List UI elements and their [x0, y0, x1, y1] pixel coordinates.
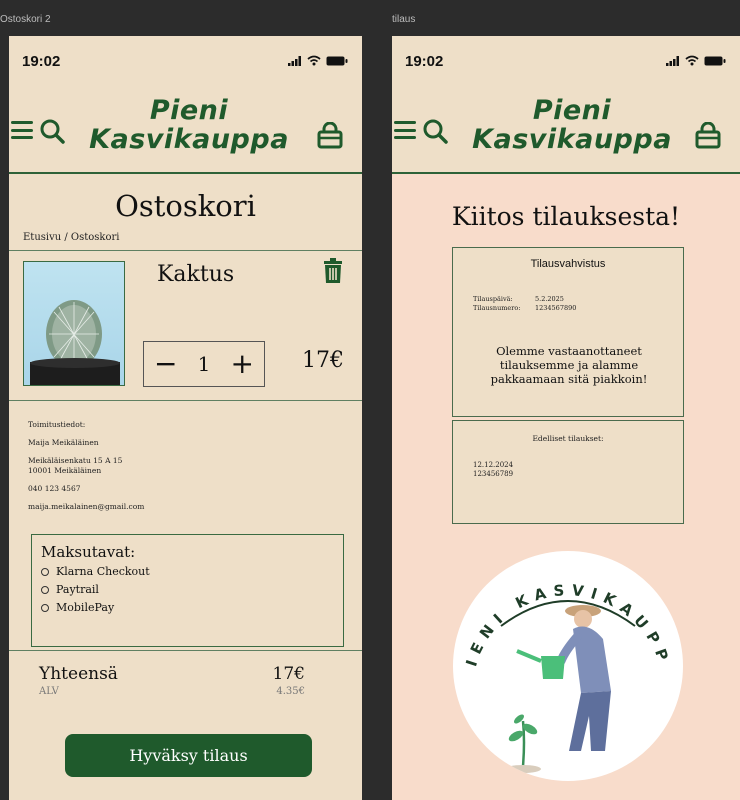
brand-line-1: Pieni — [149, 95, 229, 126]
system-indicators — [288, 55, 348, 66]
shipping-heading: Toimitustiedot: — [28, 420, 86, 429]
payment-option-klarna[interactable]: Klarna Checkout — [41, 565, 334, 578]
search-icon[interactable] — [39, 118, 65, 144]
order-number-value: 1234567890 — [535, 304, 577, 312]
confirmation-message: Olemme vastaanottaneet tilauksemme ja al… — [490, 344, 648, 386]
vat-label: ALV — [39, 686, 59, 697]
shopping-bag-icon[interactable] — [694, 122, 722, 150]
gardener-illustration: PIENI KASVIKAUPPA — [453, 551, 667, 773]
product-name[interactable]: Kaktus — [157, 262, 234, 287]
shipping-name: Maija Meikäläinen — [28, 438, 99, 447]
brand-line-2: Kasvikauppa — [89, 124, 289, 155]
status-time: 19:02 — [22, 53, 61, 70]
frame-label-order: tilaus — [392, 14, 416, 25]
site-header: Pieni Kasvikauppa — [9, 86, 362, 174]
previous-order-date: 12.12.2024 — [473, 461, 514, 469]
status-bar: 19:02 — [392, 36, 740, 86]
wifi-icon — [307, 55, 321, 66]
quantity-value: 1 — [197, 352, 211, 376]
confirmation-title: Tilausvahvistus — [530, 258, 606, 270]
signal-icon — [288, 55, 301, 66]
radio-icon[interactable] — [41, 585, 49, 594]
payment-option-label: Klarna Checkout — [56, 565, 150, 578]
menu-icon[interactable] — [11, 121, 33, 139]
shipping-info: Toimitustiedot: Maija Meikäläinen Meikäl… — [28, 420, 144, 520]
shopping-bag-icon[interactable] — [316, 122, 344, 150]
divider — [9, 400, 362, 401]
decrease-button[interactable]: − — [154, 350, 177, 378]
payment-option-mobilepay[interactable]: MobilePay — [41, 601, 334, 614]
brand-line-2: Kasvikauppa — [472, 124, 672, 155]
previous-orders: Edelliset tilaukset: 12.12.2024 12345678… — [452, 420, 684, 524]
vat-value: 4.35€ — [276, 686, 305, 697]
brand-logo[interactable]: Pieni Kasvikauppa — [89, 96, 289, 154]
wifi-icon — [685, 55, 699, 66]
payment-option-label: MobilePay — [56, 601, 115, 614]
cart-screen: 19:02 Pieni Kasvikauppa Ostoskori Etusiv… — [9, 36, 362, 800]
accept-order-button[interactable]: Hyväksy tilaus — [65, 734, 312, 777]
search-icon[interactable] — [422, 118, 448, 144]
battery-icon — [704, 56, 726, 65]
payment-title: Maksutavat: — [41, 543, 136, 561]
page-title: Ostoskori — [115, 189, 256, 223]
divider — [9, 250, 362, 251]
brand-logo[interactable]: Pieni Kasvikauppa — [472, 96, 672, 154]
previous-order-number: 123456789 — [473, 470, 514, 478]
product-price: 17€ — [302, 348, 344, 373]
order-meta: Tilauspäivä: 5.2.2025 Tilausnumero: 123456… — [473, 295, 576, 313]
status-bar: 19:02 — [9, 36, 362, 86]
order-number-label: Tilausnumero: — [473, 304, 521, 312]
order-screen: 19:02 Pieni Kasvikauppa Kiitos tilaukses… — [392, 36, 740, 800]
total-value: 17€ — [272, 664, 305, 684]
payment-methods: Maksutavat: Klarna Checkout Paytrail Mob… — [31, 534, 344, 647]
product-image[interactable] — [23, 261, 125, 386]
menu-icon[interactable] — [394, 121, 416, 139]
total-label: Yhteensä — [39, 664, 118, 684]
radio-icon[interactable] — [41, 567, 49, 576]
battery-icon — [326, 56, 348, 65]
order-date-value: 5.2.2025 — [535, 295, 564, 303]
brand-line-1: Pieni — [532, 95, 612, 126]
divider — [9, 650, 362, 651]
quantity-stepper: − 1 + — [143, 341, 265, 387]
shipping-street: Meikäläisenkatu 15 A 15 — [28, 456, 123, 465]
order-date-label: Tilauspäivä: — [473, 295, 513, 303]
signal-icon — [666, 55, 679, 66]
shipping-email: maija.meikalainen@gmail.com — [28, 502, 145, 511]
page-title: Kiitos tilauksesta! — [451, 202, 681, 231]
shipping-postal: 10001 Meikäläinen — [28, 466, 102, 475]
trash-icon[interactable] — [322, 258, 344, 284]
payment-option-paytrail[interactable]: Paytrail — [41, 583, 334, 596]
system-indicators — [666, 55, 726, 66]
breadcrumb[interactable]: Etusivu / Ostoskori — [23, 232, 119, 243]
previous-orders-title: Edelliset tilaukset: — [532, 434, 604, 443]
increase-button[interactable]: + — [230, 350, 253, 378]
radio-icon[interactable] — [41, 603, 49, 612]
cactus-illustration — [30, 300, 120, 385]
site-header: Pieni Kasvikauppa — [392, 86, 740, 174]
status-time: 19:02 — [405, 53, 444, 70]
frame-label-cart: Ostoskori 2 — [0, 14, 51, 25]
order-confirmation: Tilausvahvistus Tilauspäivä: 5.2.2025 Til… — [452, 247, 684, 417]
shipping-phone: 040 123 4567 — [28, 484, 81, 493]
payment-option-label: Paytrail — [56, 583, 99, 596]
previous-order-item[interactable]: 12.12.2024 123456789 — [473, 461, 513, 479]
brand-emblem: PIENI KASVIKAUPPA — [453, 551, 683, 781]
